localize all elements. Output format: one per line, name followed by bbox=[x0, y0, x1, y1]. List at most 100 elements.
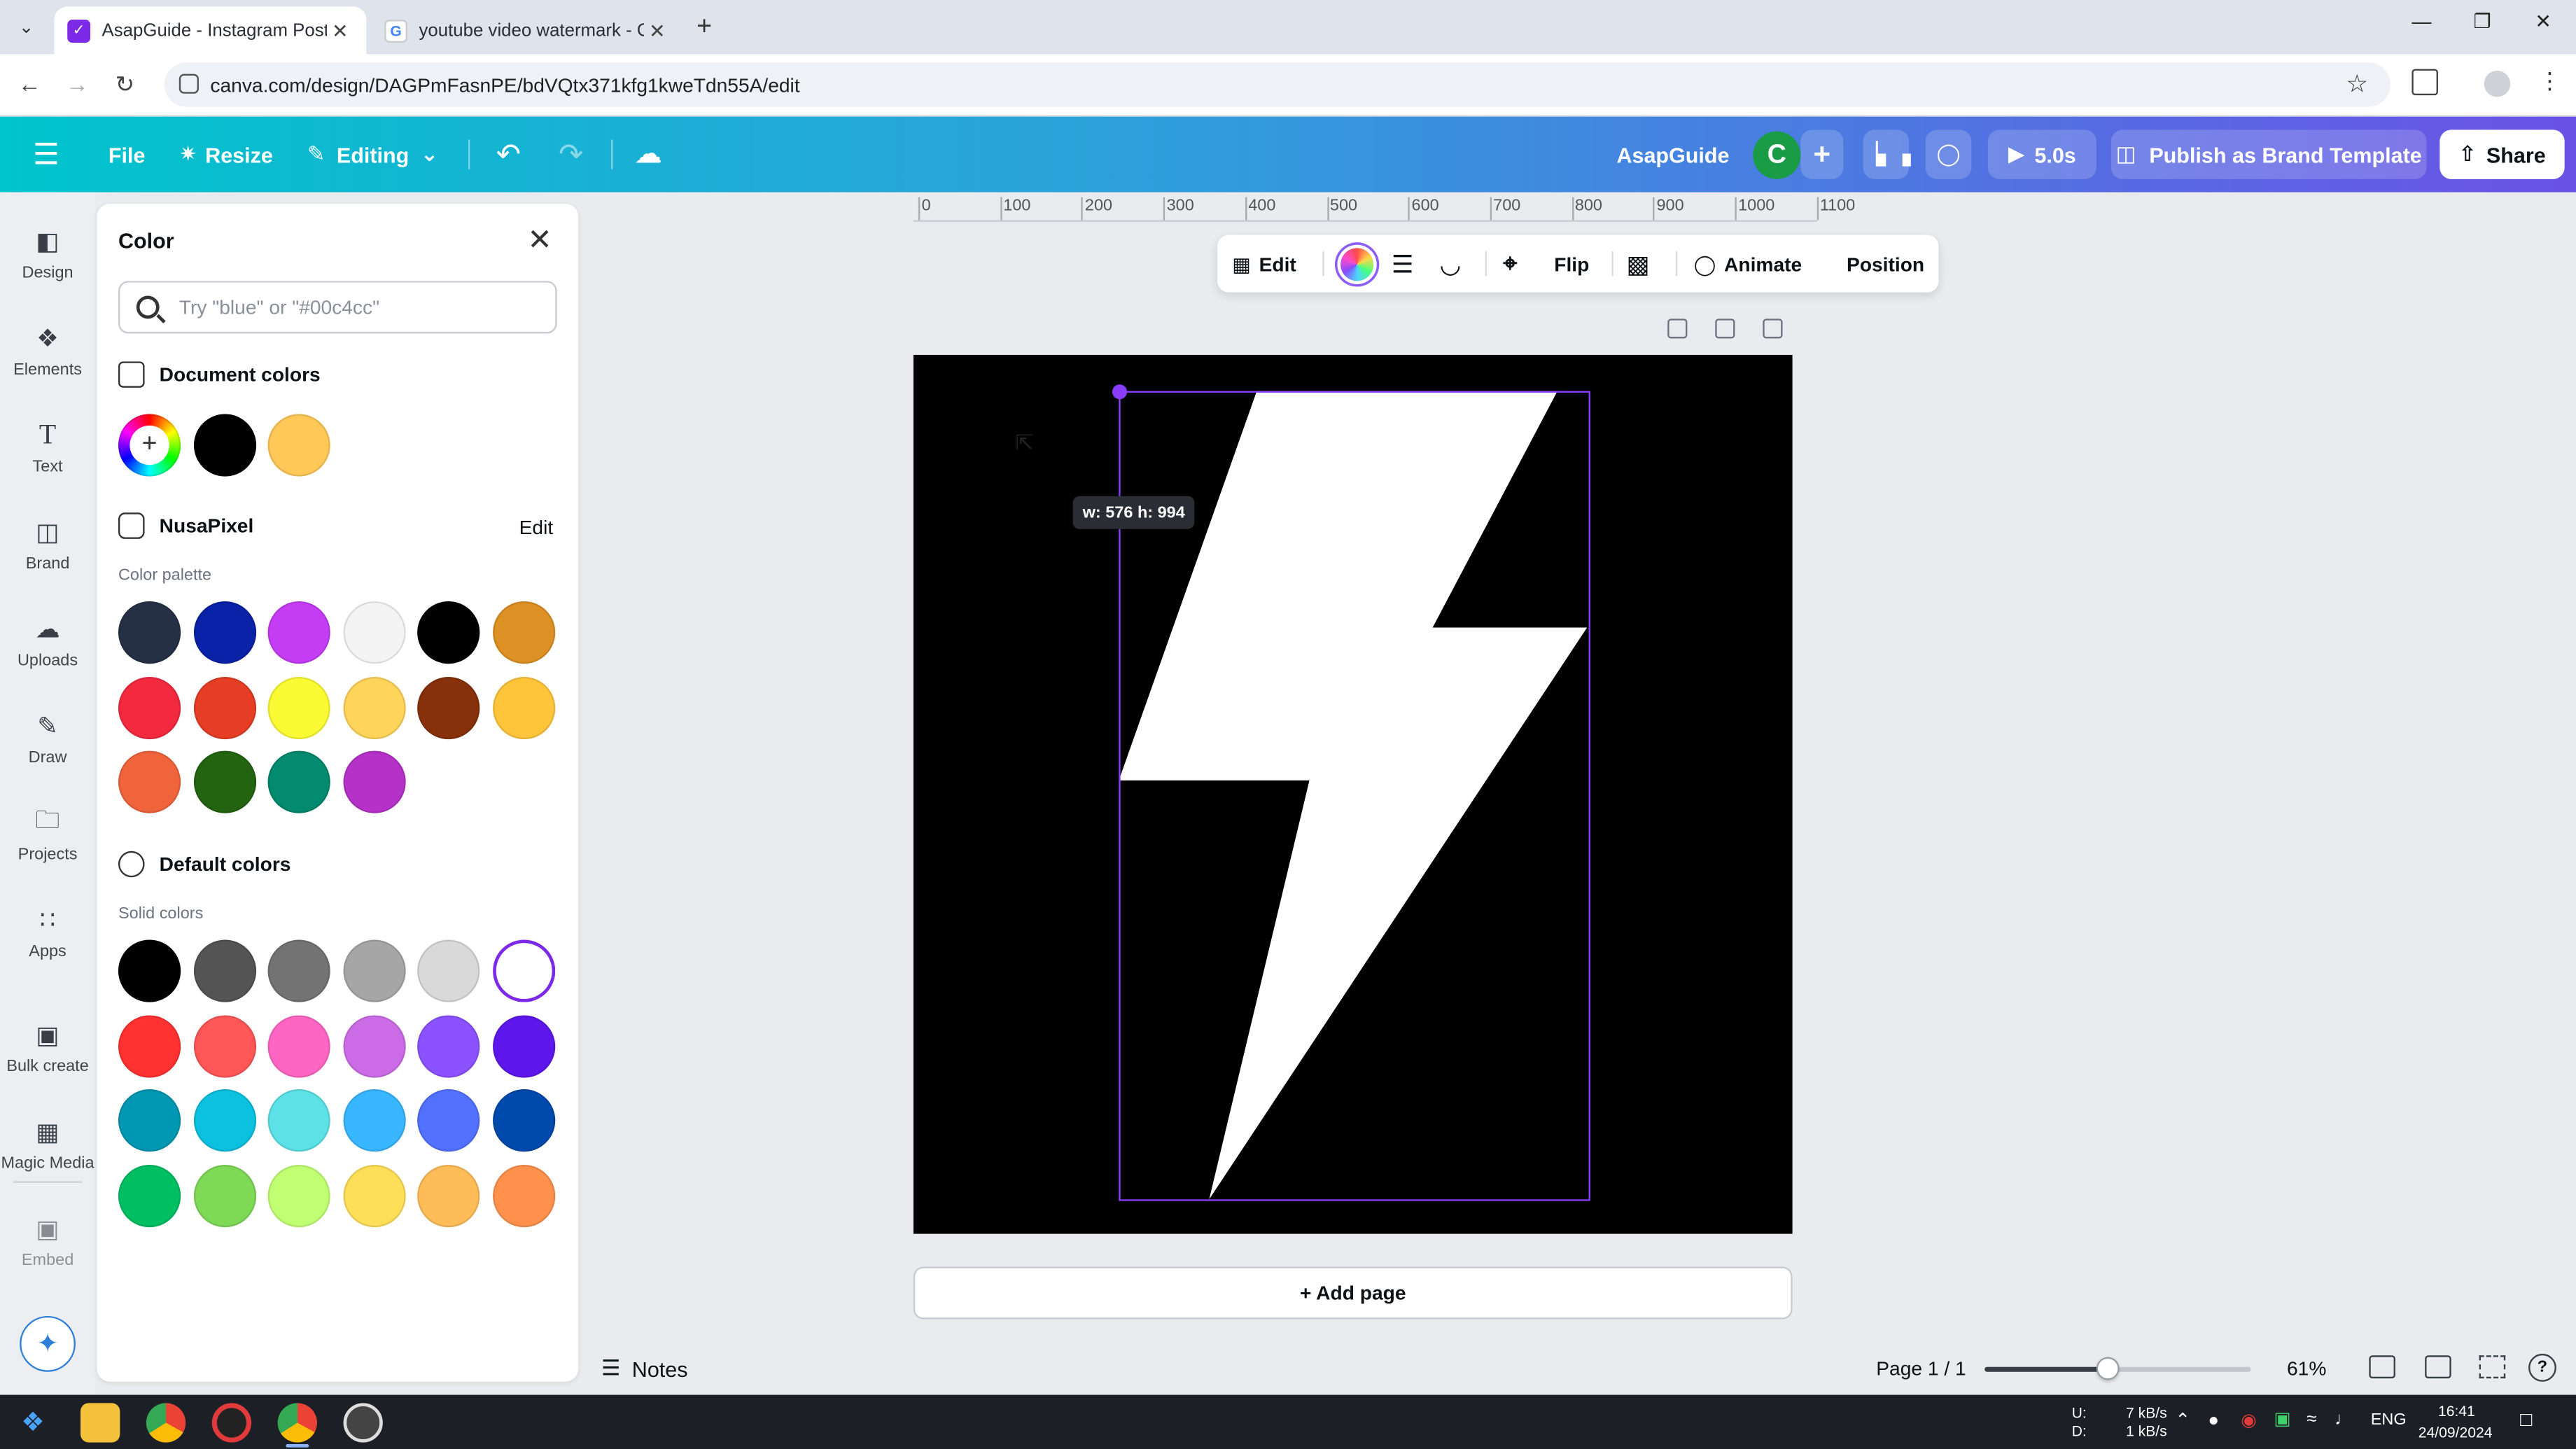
solid-color-swatch[interactable] bbox=[418, 1014, 481, 1077]
lock-icon[interactable] bbox=[1667, 318, 1688, 339]
rail-item-text[interactable]: T Text bbox=[0, 419, 95, 476]
solid-color-swatch[interactable] bbox=[118, 1089, 181, 1152]
share-button[interactable]: ⇧ Share bbox=[2440, 130, 2565, 179]
rail-item-bulk-create[interactable]: ▣ Bulk create bbox=[0, 1018, 95, 1076]
document-color-swatch[interactable] bbox=[268, 414, 331, 477]
extensions-icon[interactable] bbox=[2412, 69, 2438, 96]
zoom-slider-knob[interactable] bbox=[2095, 1357, 2119, 1380]
collaborator-avatar[interactable]: C bbox=[1753, 131, 1801, 179]
forward-arrow-icon[interactable]: → bbox=[62, 71, 92, 97]
notifications-icon[interactable]: □ bbox=[2520, 1410, 2532, 1429]
solid-color-swatch[interactable] bbox=[268, 1014, 331, 1077]
clock-time[interactable]: 16:41 bbox=[2438, 1403, 2475, 1419]
solid-color-swatch[interactable] bbox=[418, 939, 481, 1002]
palette-color-swatch[interactable] bbox=[343, 676, 406, 739]
clock-date[interactable]: 24/09/2024 bbox=[2418, 1424, 2493, 1441]
solid-color-swatch[interactable] bbox=[268, 1164, 331, 1227]
rail-item-elements[interactable]: ❖ Elements bbox=[0, 322, 95, 379]
add-page-button[interactable]: + Add page bbox=[913, 1266, 1793, 1320]
palette-color-swatch[interactable] bbox=[118, 601, 181, 664]
palette-color-swatch[interactable] bbox=[343, 751, 406, 814]
comment-icon[interactable]: ◯ bbox=[1925, 130, 1972, 179]
corner-rounding-icon[interactable]: ◡ bbox=[1441, 235, 1460, 293]
magic-sparkle-icon[interactable]: ✦ bbox=[20, 1315, 76, 1372]
palette-color-swatch[interactable] bbox=[118, 676, 181, 739]
rail-item-draw[interactable]: ✎ Draw bbox=[0, 710, 95, 767]
design-title[interactable]: AsapGuide bbox=[1616, 117, 1729, 192]
bookmark-star-icon[interactable]: ☆ bbox=[2346, 69, 2369, 99]
palette-color-swatch[interactable] bbox=[418, 601, 481, 664]
solid-color-swatch[interactable] bbox=[418, 1089, 481, 1152]
minimize-icon[interactable]: — bbox=[2397, 10, 2446, 33]
profile-avatar[interactable] bbox=[2484, 70, 2511, 97]
transparency-icon[interactable]: ▩ bbox=[1627, 235, 1650, 293]
crop-icon[interactable]: ⌖ bbox=[1504, 235, 1518, 293]
solid-color-swatch[interactable] bbox=[268, 939, 331, 1002]
tab-close-icon[interactable]: ✕ bbox=[327, 19, 354, 42]
rail-item-projects[interactable]: 🗀 Projects bbox=[0, 806, 95, 864]
palette-color-swatch[interactable] bbox=[192, 676, 256, 739]
record-tray-icon[interactable]: ◉ bbox=[2241, 1412, 2257, 1430]
solid-color-swatch[interactable] bbox=[192, 939, 256, 1002]
add-page-export-icon[interactable] bbox=[1763, 318, 1783, 339]
solid-color-swatch[interactable] bbox=[192, 1164, 256, 1227]
recorder-icon[interactable] bbox=[211, 1403, 252, 1443]
browser-tab-canva[interactable]: ✓ AsapGuide - Instagram Post - C ✕ bbox=[54, 6, 367, 55]
palette-color-swatch[interactable] bbox=[493, 676, 556, 739]
rail-item-embed[interactable]: ▣ Embed bbox=[0, 1212, 95, 1270]
publish-brand-template-button[interactable]: ◫ Publish as Brand Template bbox=[2110, 130, 2427, 179]
zoom-slider[interactable] bbox=[1984, 1357, 2251, 1380]
solid-color-swatch[interactable] bbox=[493, 939, 556, 1002]
solid-color-swatch[interactable] bbox=[418, 1164, 481, 1227]
wifi-icon[interactable]: ≈ bbox=[2306, 1410, 2316, 1429]
page-view-icon[interactable] bbox=[2369, 1355, 2395, 1379]
solid-color-swatch[interactable] bbox=[192, 1089, 256, 1152]
file-explorer-icon[interactable] bbox=[80, 1403, 120, 1443]
rail-item-uploads[interactable]: ☁ Uploads bbox=[0, 612, 95, 670]
present-play-button[interactable]: ▶ 5.0s bbox=[1987, 130, 2096, 179]
new-tab-plus-icon[interactable]: + bbox=[696, 13, 712, 43]
duplicate-page-icon[interactable] bbox=[1715, 318, 1735, 339]
tab-close-icon[interactable]: ✕ bbox=[644, 19, 671, 42]
solid-color-swatch[interactable] bbox=[343, 1014, 406, 1077]
palette-color-swatch[interactable] bbox=[268, 601, 331, 664]
position-button[interactable]: Position bbox=[1847, 235, 1924, 293]
reload-icon[interactable]: ↻ bbox=[110, 71, 139, 99]
grid-view-icon[interactable] bbox=[2425, 1355, 2451, 1379]
tray-chevron-icon[interactable]: ⌃ bbox=[2175, 1412, 2190, 1430]
nvidia-tray-icon[interactable]: ▣ bbox=[2274, 1410, 2290, 1429]
animate-button[interactable]: ◯ Animate bbox=[1694, 235, 1802, 293]
clock-app-icon[interactable] bbox=[343, 1403, 383, 1443]
palette-color-swatch[interactable] bbox=[493, 601, 556, 664]
redo-icon[interactable]: ↷ bbox=[559, 117, 583, 192]
site-info-icon[interactable] bbox=[178, 74, 199, 94]
resize-button[interactable]: ✷ Resize bbox=[179, 117, 273, 192]
palette-color-swatch[interactable] bbox=[192, 601, 256, 664]
solid-color-swatch[interactable] bbox=[118, 1014, 181, 1077]
editing-mode-button[interactable]: ✎ Editing ⌄ bbox=[307, 117, 438, 192]
rail-item-design[interactable]: ◧ Design bbox=[0, 225, 95, 282]
chrome-profile-icon[interactable] bbox=[277, 1403, 317, 1443]
color-search-input[interactable] bbox=[178, 295, 541, 319]
browser-menu-icon[interactable]: ⋮ bbox=[2538, 67, 2561, 95]
window-close-icon[interactable]: ✕ bbox=[2519, 10, 2568, 33]
palette-color-swatch[interactable] bbox=[118, 751, 181, 814]
browser-tab-google[interactable]: G youtube video watermark - Go ✕ bbox=[371, 6, 683, 54]
microphone-icon[interactable]: ● bbox=[2208, 1412, 2219, 1430]
volume-icon[interactable]: ♩ bbox=[2334, 1410, 2353, 1429]
notes-button[interactable]: ☰ Notes bbox=[601, 1355, 688, 1382]
restore-icon[interactable]: ❐ bbox=[2458, 10, 2507, 33]
solid-color-swatch[interactable] bbox=[268, 1089, 331, 1152]
solid-color-swatch[interactable] bbox=[343, 1164, 406, 1227]
page-indicator[interactable]: Page 1 / 1 bbox=[1876, 1357, 1966, 1380]
flip-button[interactable]: Flip bbox=[1554, 235, 1589, 293]
solid-color-swatch[interactable] bbox=[118, 939, 181, 1002]
tab-search-chevron-icon[interactable]: ⌄ bbox=[10, 10, 43, 43]
solid-color-swatch[interactable] bbox=[118, 1164, 181, 1227]
fullscreen-icon[interactable] bbox=[2479, 1355, 2506, 1379]
language-indicator[interactable]: ENG bbox=[2371, 1412, 2407, 1429]
url-field[interactable]: canva.com/design/DAGPmFasnPE/bdVQtx371kf… bbox=[164, 62, 2390, 107]
rail-item-magic-media[interactable]: ▦ Magic Media bbox=[0, 1116, 95, 1172]
add-collaborator-plus-icon[interactable]: + bbox=[1800, 130, 1844, 179]
close-icon[interactable]: ✕ bbox=[527, 223, 552, 258]
